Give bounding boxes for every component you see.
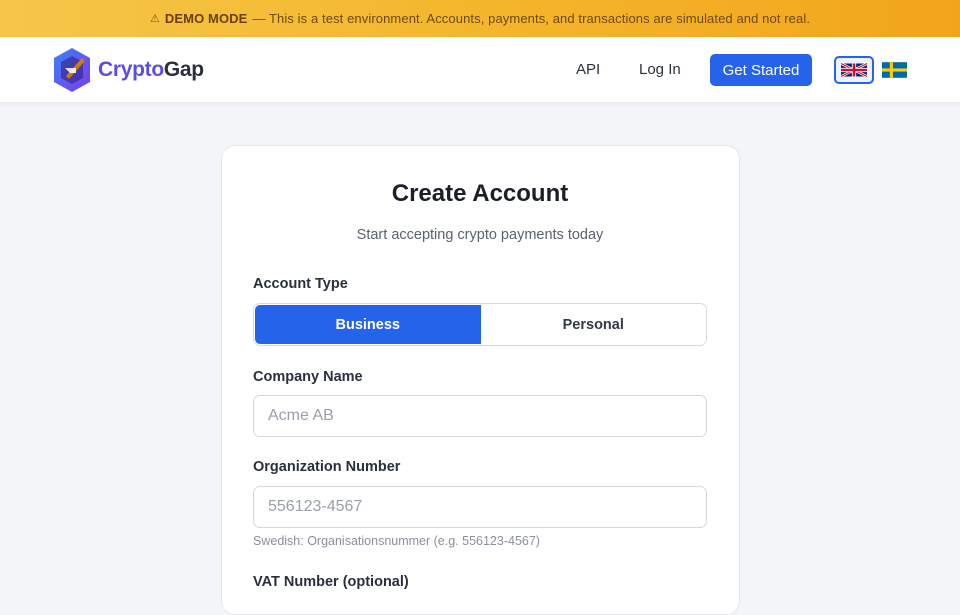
get-started-button[interactable]: Get Started — [710, 54, 812, 86]
nav-login-link[interactable]: Log In — [639, 61, 681, 78]
demo-mode-label: DEMO MODE — [164, 11, 248, 26]
account-type-toggle: Business Personal — [253, 303, 707, 346]
logo-text-gap: Gap — [163, 58, 204, 81]
sweden-flag-icon — [881, 62, 907, 78]
organization-number-hint: Swedish: Organisationsnummer (e.g. 55612… — [253, 534, 540, 548]
account-type-business-button[interactable]: Business — [255, 305, 481, 344]
company-name-input[interactable] — [253, 395, 707, 437]
language-english-button[interactable] — [834, 56, 874, 84]
logo[interactable]: CryptoGap — [52, 46, 204, 94]
page-subtitle: Start accepting crypto payments today — [356, 227, 604, 243]
organization-number-label: Organization Number — [253, 459, 401, 475]
warning-icon: ⚠ — [149, 13, 160, 25]
account-type-personal-button[interactable]: Personal — [480, 304, 706, 345]
nav-api-link[interactable]: API — [576, 61, 600, 78]
account-type-label: Account Type — [253, 276, 348, 292]
company-name-label: Company Name — [253, 369, 363, 385]
page-title: Create Account — [391, 180, 569, 207]
organization-number-input[interactable] — [253, 486, 707, 528]
uk-flag-icon — [841, 62, 867, 78]
logo-text: CryptoGap — [98, 58, 204, 82]
top-navbar: CryptoGap API Log In Get Started — [0, 37, 960, 103]
vat-number-label: VAT Number (optional) — [253, 574, 409, 590]
logo-icon — [54, 48, 90, 92]
demo-mode-message: — This is a test environment. Accounts, … — [252, 11, 811, 26]
logo-text-crypto: Crypto — [98, 58, 164, 81]
demo-mode-banner: ⚠ DEMO MODE — This is a test environment… — [0, 0, 960, 37]
language-swedish-button[interactable] — [880, 60, 908, 80]
